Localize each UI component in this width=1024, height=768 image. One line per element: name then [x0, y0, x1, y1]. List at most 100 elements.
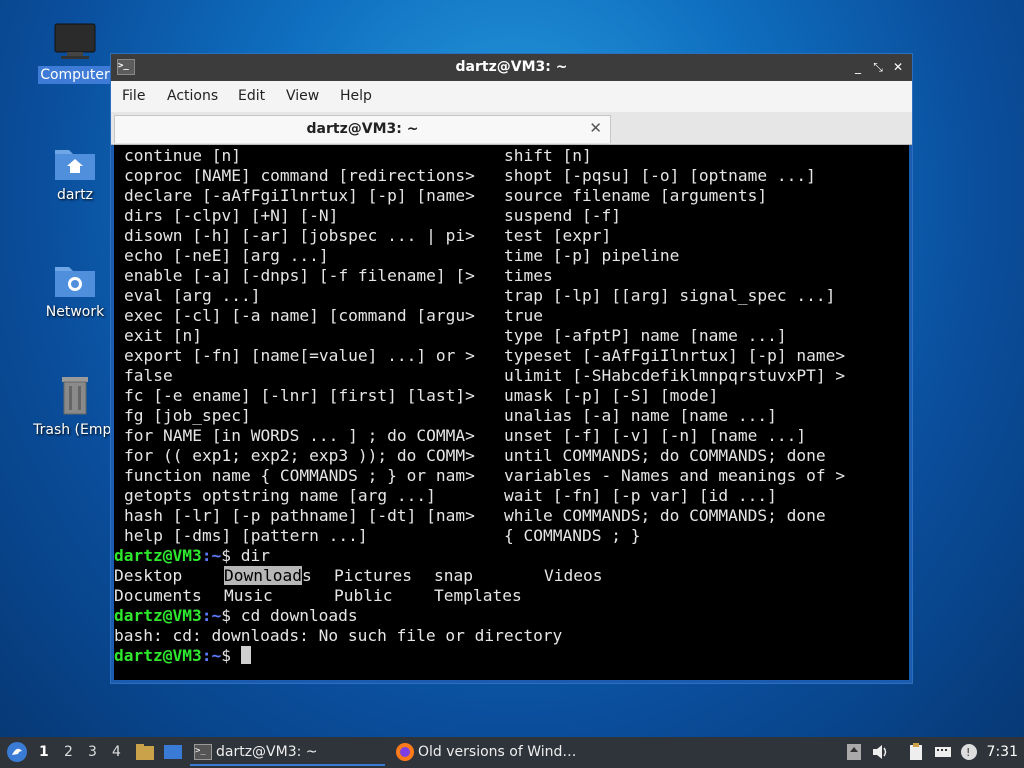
help-entry: trap [-lp] [[arg] signal_spec ...] — [504, 286, 836, 305]
help-entry: test [expr] — [504, 226, 612, 245]
dir-entry: Downloads — [224, 566, 312, 586]
dir-entry-rest: s — [301, 566, 312, 585]
dir-entry: snap — [434, 566, 473, 585]
command-text: dir — [240, 546, 270, 565]
desktop-icon-label: dartz — [56, 187, 94, 203]
prompt-path: :~ — [201, 646, 222, 665]
terminal-window: >_ dartz@VM3: ~ _ ⤡ ✕ File Actions Edit … — [110, 53, 913, 684]
help-entry: shift [n] — [504, 146, 592, 165]
help-entry: umask [-p] [-S] [mode] — [504, 386, 719, 405]
menu-file[interactable]: File — [122, 88, 145, 104]
dir-entry: Templates — [434, 586, 522, 605]
help-entry: fc [-e ename] [-lnr] [first] [last]> — [124, 386, 475, 405]
network-status-icon[interactable]: ! — [960, 743, 978, 761]
prompt-sign: $ — [221, 646, 241, 665]
dir-entry: Videos — [544, 566, 603, 585]
help-entry: false — [124, 366, 173, 385]
prompt-path: :~ — [201, 546, 222, 565]
close-button[interactable]: ✕ — [889, 58, 907, 76]
help-entry: true — [504, 306, 543, 325]
tab-terminal[interactable]: dartz@VM3: ~ ✕ — [114, 115, 611, 143]
text-cursor — [240, 646, 251, 664]
help-entry: until COMMANDS; do COMMANDS; done — [504, 446, 826, 465]
prompt-line: dartz@VM3:~$ cd downloads — [114, 606, 358, 626]
help-entry: variables - Names and meanings of > — [504, 466, 846, 485]
help-entry: while COMMANDS; do COMMANDS; done — [504, 506, 826, 525]
error-message: bash: cd: downloads: No such file or dir… — [114, 626, 563, 645]
dir-entry: Public — [334, 586, 393, 605]
desktop-icon-label: Network — [45, 304, 105, 320]
help-entry: enable [-a] [-dnps] [-f filename] [> — [124, 266, 475, 285]
task-label: Old versions of Wind… — [418, 744, 577, 760]
dir-entry: Music — [224, 586, 273, 605]
workspace-2[interactable]: 2 — [64, 744, 73, 760]
workspace-3[interactable]: 3 — [88, 744, 97, 760]
highlighted-text: Download — [224, 566, 302, 585]
eject-icon[interactable] — [845, 743, 863, 761]
help-entry: unset [-f] [-v] [-n] [name ...] — [504, 426, 807, 445]
dir-entry: Desktop — [114, 566, 183, 585]
help-entry: help [-dms] [pattern ...] — [124, 526, 368, 545]
window-title: dartz@VM3: ~ — [455, 59, 568, 75]
clipboard-icon[interactable] — [907, 743, 925, 761]
help-entry: declare [-aAfFgiIlnrtux] [-p] [name> — [124, 186, 475, 205]
maximize-button[interactable]: ⤡ — [869, 58, 887, 76]
help-entry: hash [-lr] [-p pathname] [-dt] [nam> — [124, 506, 475, 525]
home-folder-icon — [55, 150, 95, 180]
help-entry: shopt [-pqsu] [-o] [optname ...] — [504, 166, 816, 185]
menu-edit[interactable]: Edit — [238, 88, 265, 104]
network-folder-icon — [55, 267, 95, 297]
prompt-sign: $ — [221, 546, 241, 565]
tab-close-icon[interactable]: ✕ — [589, 119, 602, 137]
workspace-4[interactable]: 4 — [112, 744, 121, 760]
prompt-line: dartz@VM3:~$ — [114, 646, 251, 666]
volume-icon[interactable] — [871, 743, 889, 761]
help-entry: disown [-h] [-ar] [jobspec ... | pi> — [124, 226, 475, 245]
menu-help[interactable]: Help — [340, 88, 372, 104]
terminal-output[interactable]: continue [n] shift [n] coproc [NAME] comma… — [114, 145, 909, 680]
clock[interactable]: 7:31 — [987, 744, 1018, 760]
help-entry: for NAME [in WORDS ... ] ; do COMMA> — [124, 426, 475, 445]
firefox-icon — [396, 743, 414, 761]
help-entry: { COMMANDS ; } — [504, 526, 641, 545]
keyboard-icon[interactable] — [934, 743, 952, 761]
help-entry: getopts optstring name [arg ...] — [124, 486, 436, 505]
workspace-1[interactable]: 1 — [39, 744, 49, 760]
help-entry: exit [n] — [124, 326, 202, 345]
help-entry: unalias [-a] name [name ...] — [504, 406, 777, 425]
help-entry: ulimit [-SHabcdefiklmnpqrstuvxPT] > — [504, 366, 846, 385]
help-entry: fg [job_spec] — [124, 406, 251, 425]
menu-view[interactable]: View — [286, 88, 319, 104]
help-entry: for (( exp1; exp2; exp3 )); do COMM> — [124, 446, 475, 465]
computer-icon — [54, 23, 96, 59]
prompt-path: :~ — [201, 606, 222, 625]
tab-title: dartz@VM3: ~ — [306, 121, 419, 137]
prompt-user: dartz@VM3 — [114, 546, 202, 565]
window-titlebar[interactable]: >_ dartz@VM3: ~ _ ⤡ ✕ — [111, 54, 912, 81]
help-entry: continue [n] — [124, 146, 241, 165]
menu-bar: File Actions Edit View Help — [111, 81, 912, 112]
start-menu-icon[interactable] — [6, 741, 28, 763]
help-entry: dirs [-clpv] [+N] [-N] — [124, 206, 339, 225]
help-entry: echo [-neE] [arg ...] — [124, 246, 329, 265]
help-entry: suspend [-f] — [504, 206, 621, 225]
file-manager-icon[interactable] — [135, 743, 155, 761]
help-entry: export [-fn] [name[=value] ...] or > — [124, 346, 475, 365]
minimize-button[interactable]: _ — [849, 58, 867, 76]
help-entry: time [-p] pipeline — [504, 246, 680, 265]
svg-text:!: ! — [966, 746, 970, 759]
task-label: dartz@VM3: ~ — [216, 744, 318, 760]
tab-bar: dartz@VM3: ~ ✕ — [111, 112, 912, 145]
prompt-user: dartz@VM3 — [114, 646, 202, 665]
task-terminal[interactable]: >_ dartz@VM3: ~ — [190, 738, 385, 766]
menu-actions[interactable]: Actions — [167, 88, 218, 104]
help-entry: function name { COMMANDS ; } or nam> — [124, 466, 475, 485]
show-desktop-icon[interactable] — [163, 743, 183, 761]
task-firefox[interactable]: Old versions of Wind… — [392, 738, 592, 766]
prompt-user: dartz@VM3 — [114, 606, 202, 625]
help-entry: coproc [NAME] command [redirections> — [124, 166, 475, 185]
dir-entry: Documents — [114, 586, 202, 605]
help-entry: source filename [arguments] — [504, 186, 768, 205]
help-entry: wait [-fn] [-p var] [id ...] — [504, 486, 777, 505]
dir-entry: Pictures — [334, 566, 412, 585]
